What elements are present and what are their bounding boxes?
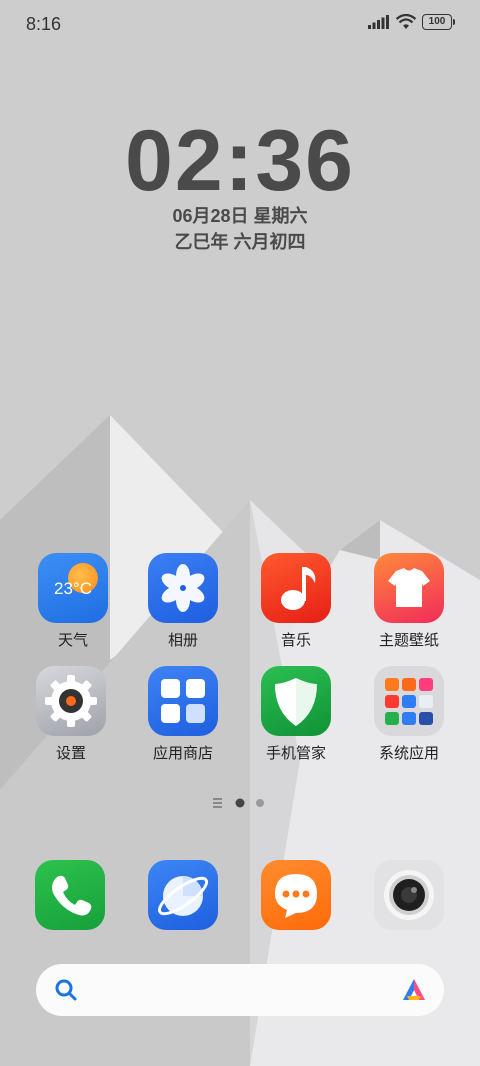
app-phone-manager[interactable]: 手机管家 xyxy=(241,666,351,763)
page-dot xyxy=(256,799,264,807)
app-label: 主题壁纸 xyxy=(378,632,439,649)
app-label: 手机管家 xyxy=(265,745,326,762)
page-dot-active xyxy=(235,798,245,808)
settings-icon xyxy=(36,666,106,736)
app-label: 系统应用 xyxy=(378,745,439,762)
app-store-icon xyxy=(148,666,218,736)
search-icon[interactable] xyxy=(54,978,78,1002)
app-weather[interactable]: 23°C 天气 xyxy=(18,553,128,650)
wifi-icon xyxy=(396,14,416,29)
folder-icon xyxy=(374,666,444,736)
security-icon xyxy=(261,666,331,736)
weather-icon: 23°C xyxy=(38,553,108,623)
app-store[interactable]: 应用商店 xyxy=(128,666,238,763)
home-screen: 8:16 100 02:36 06月28日 星期六 乙巳年 六月初四 23°C … xyxy=(0,0,480,1066)
dock-phone[interactable] xyxy=(15,860,125,930)
app-label: 相册 xyxy=(167,632,198,649)
page-list-icon xyxy=(213,798,222,800)
dock-camera[interactable] xyxy=(354,860,464,930)
signal-icon xyxy=(368,15,389,29)
music-icon xyxy=(261,553,331,623)
app-label: 音乐 xyxy=(280,632,311,649)
phone-icon xyxy=(35,860,105,930)
app-label: 应用商店 xyxy=(152,745,213,762)
camera-icon xyxy=(374,860,444,930)
search-bar[interactable] xyxy=(36,964,444,1016)
page-indicator[interactable] xyxy=(0,796,480,808)
battery-icon: 100 xyxy=(422,14,455,30)
browser-icon xyxy=(148,860,218,930)
clock-date: 06月28日 星期六 xyxy=(172,206,308,226)
app-label: 天气 xyxy=(57,632,88,649)
status-bar: 8:16 100 xyxy=(0,0,480,48)
gallery-icon xyxy=(148,553,218,623)
theme-icon xyxy=(374,553,444,623)
app-music[interactable]: 音乐 xyxy=(241,553,351,650)
app-label: 设置 xyxy=(55,745,86,762)
dock-browser[interactable] xyxy=(128,860,238,930)
messages-icon xyxy=(261,860,331,930)
weather-temperature: 23°C xyxy=(54,579,92,598)
dock-messages[interactable] xyxy=(241,860,351,930)
status-time: 8:16 xyxy=(26,14,62,34)
app-theme[interactable]: 主题壁纸 xyxy=(354,553,464,650)
status-icons: 100 xyxy=(368,14,455,30)
clock-time: 02:36 xyxy=(125,113,355,209)
app-gallery[interactable]: 相册 xyxy=(128,553,238,650)
app-settings[interactable]: 设置 xyxy=(16,666,126,763)
app-folder-system[interactable]: 系统应用 xyxy=(354,666,464,763)
clock-lunar-date: 乙巳年 六月初四 xyxy=(174,232,306,252)
assistant-icon[interactable] xyxy=(400,976,428,1004)
